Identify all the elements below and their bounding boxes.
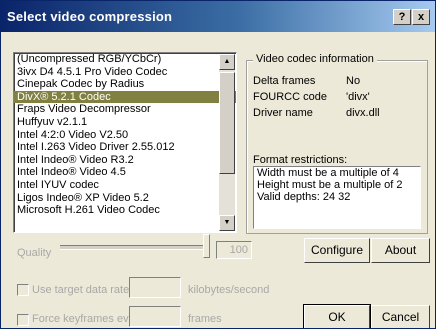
codec-list-item[interactable]: Intel Indeo® Video 4.5 bbox=[14, 166, 236, 179]
close-button[interactable]: x bbox=[412, 9, 430, 25]
restriction-line: Width must be a multiple of 4 bbox=[257, 167, 399, 179]
scrollbar-thumb[interactable] bbox=[219, 72, 235, 174]
about-button[interactable]: About bbox=[371, 238, 430, 263]
codec-list-item[interactable]: Intel 4:2:0 Video V2.50 bbox=[14, 129, 236, 142]
fourcc-value: 'divx' bbox=[346, 91, 370, 103]
restriction-line: Height must be a multiple of 2 bbox=[257, 179, 403, 191]
delta-frames-value: No bbox=[346, 75, 361, 87]
cancel-button[interactable]: Cancel bbox=[371, 305, 430, 328]
codec-list[interactable]: (Uncompressed RGB/YCbCr) 3ivx D4 4.5.1 Pr… bbox=[13, 52, 237, 233]
codec-list-scrollbar[interactable]: ▲ ▼ bbox=[219, 54, 235, 231]
codec-list-item[interactable]: 3ivx D4 4.5.1 Pro Video Codec bbox=[14, 66, 236, 79]
quality-label: Quality bbox=[17, 247, 52, 259]
codec-list-item[interactable]: (Uncompressed RGB/YCbCr) bbox=[14, 53, 236, 66]
codec-list-item[interactable]: Fraps Video Decompressor bbox=[14, 103, 236, 116]
dialog-title: Select video compression bbox=[7, 9, 173, 24]
codec-list-item[interactable]: DivX® 5.2.1 Codec bbox=[14, 90, 236, 104]
title-bar[interactable]: Select video compression ? x bbox=[1, 1, 435, 32]
format-restrictions-box: Width must be a multiple of 4 Height mus… bbox=[253, 166, 421, 229]
help-button[interactable]: ? bbox=[393, 9, 411, 25]
codec-list-item[interactable]: Intel Indeo® Video R3.2 bbox=[14, 154, 236, 167]
quality-value-field[interactable]: 100 bbox=[216, 241, 252, 259]
target-rate-field[interactable] bbox=[129, 277, 181, 298]
target-rate-label: Use target data rate of bbox=[32, 284, 142, 296]
codec-info-group-title: Video codec information bbox=[253, 53, 377, 65]
select-video-compression-dialog: Select video compression ? x (Uncompress… bbox=[0, 0, 436, 329]
driver-name-value: divx.dll bbox=[346, 107, 380, 119]
delta-frames-label: Delta frames bbox=[253, 75, 316, 87]
codec-list-item[interactable]: Huffyuv v2.1.1 bbox=[14, 116, 236, 129]
quality-slider-track[interactable] bbox=[60, 245, 206, 250]
fourcc-label: FOURCC code bbox=[253, 91, 327, 103]
scroll-down-icon[interactable]: ▼ bbox=[219, 215, 235, 231]
configure-button[interactable]: Configure bbox=[304, 238, 370, 263]
target-rate-checkbox[interactable] bbox=[17, 284, 29, 296]
keyframes-checkbox[interactable] bbox=[17, 314, 29, 326]
keyframes-unit: frames bbox=[188, 313, 222, 325]
target-rate-unit: kilobytes/second bbox=[188, 284, 270, 296]
scroll-up-icon[interactable]: ▲ bbox=[219, 54, 235, 70]
driver-name-label: Driver name bbox=[253, 107, 313, 119]
codec-list-item[interactable]: Cinepak Codec by Radius bbox=[14, 78, 236, 91]
keyframes-field[interactable] bbox=[129, 306, 181, 327]
codec-list-item[interactable]: Microsoft H.261 Video Codec bbox=[14, 204, 236, 217]
ok-button[interactable]: OK bbox=[303, 304, 371, 328]
quality-slider-thumb[interactable] bbox=[203, 234, 210, 258]
format-restrictions-label: Format restrictions: bbox=[253, 154, 348, 166]
codec-list-item[interactable]: Ligos Indeo® XP Video 5.2 bbox=[14, 192, 236, 205]
codec-list-item[interactable]: Intel IYUV codec bbox=[14, 179, 236, 192]
restriction-line: Valid depths: 24 32 bbox=[257, 191, 351, 203]
keyframes-label: Force keyframes every bbox=[32, 313, 144, 325]
codec-list-item[interactable]: Intel I.263 Video Driver 2.55.012 bbox=[14, 141, 236, 154]
